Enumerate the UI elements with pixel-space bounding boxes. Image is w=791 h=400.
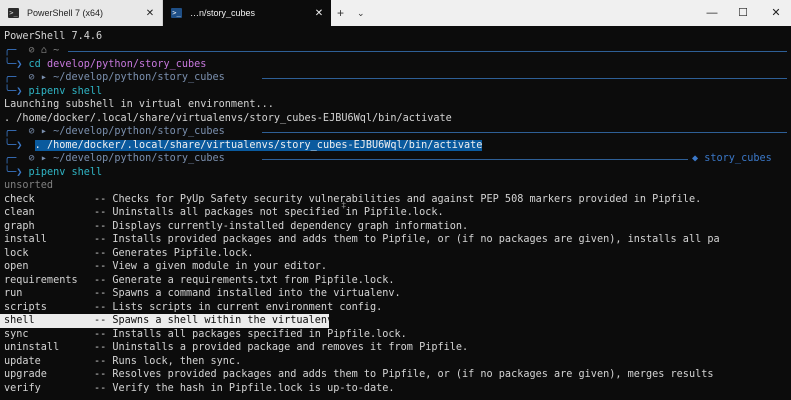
completion-description: -- Spawns a shell within the virtualenv. bbox=[94, 315, 340, 326]
completion-description: -- Displays currently-installed dependen… bbox=[94, 221, 469, 232]
completion-description: -- Uninstalls a provided package and rem… bbox=[94, 342, 469, 353]
prompt-input: ╰─❯ pipenv shell bbox=[4, 86, 103, 97]
completion-description: -- Verify the hash in Pipfile.lock is up… bbox=[94, 383, 395, 394]
version-line: PowerShell 7.4.6 bbox=[4, 31, 103, 42]
output-line: Launching subshell in virtual environmen… bbox=[4, 99, 274, 110]
prompt-rule bbox=[68, 51, 787, 52]
completion-description: -- Spawns a command installed into the v… bbox=[94, 288, 401, 299]
completion-item[interactable]: upgrade bbox=[4, 368, 47, 382]
completion-item[interactable]: graph bbox=[4, 220, 35, 234]
venv-indicator: ◆ story_cubes bbox=[692, 153, 772, 164]
prompt-rule bbox=[262, 132, 787, 133]
prompt-input: ╰─❯ cd develop/python/story_cubes bbox=[4, 59, 207, 70]
tab-label: PowerShell 7 (x64) bbox=[27, 8, 104, 18]
new-tab-button[interactable]: + bbox=[337, 0, 344, 26]
completion-item[interactable]: uninstall bbox=[4, 341, 59, 355]
completion-item[interactable]: sync bbox=[4, 328, 29, 342]
powershell-icon: >_ bbox=[171, 8, 182, 18]
completion-description: -- Generate a requirements.txt from Pipf… bbox=[94, 275, 395, 286]
completion-item[interactable]: lock bbox=[4, 247, 29, 261]
selected-text: . /home/docker/.local/share/virtualenvs/… bbox=[34, 140, 483, 151]
completion-description: -- Resolves provided packages and adds t… bbox=[94, 369, 714, 380]
completion-item[interactable]: run bbox=[4, 287, 22, 301]
tab-story-cubes[interactable]: >_ …n/story_cubes ✕ bbox=[163, 0, 331, 26]
close-tab-icon[interactable]: ✕ bbox=[142, 8, 158, 19]
tab-powershell[interactable]: >_ PowerShell 7 (x64) ✕ bbox=[0, 0, 163, 26]
close-window-button[interactable]: ✕ bbox=[761, 0, 791, 26]
prompt-header: ╭─ ⊘ ⌂ ~ bbox=[4, 45, 60, 56]
prompt-rule bbox=[262, 159, 688, 160]
prompt-rule bbox=[262, 78, 787, 79]
prompt-header: ╭─ ⊘ ▸ ~/develop/python/story_cubes bbox=[4, 126, 225, 137]
minimize-button[interactable]: — bbox=[697, 0, 727, 26]
completion-section-header: unsorted bbox=[4, 180, 54, 191]
title-bar: >_ PowerShell 7 (x64) ✕ >_ …n/story_cube… bbox=[0, 0, 791, 26]
completion-description: -- View a given module in your editor. bbox=[94, 261, 328, 272]
maximize-button[interactable]: ☐ bbox=[728, 0, 758, 26]
completion-description: -- Installs provided packages and adds t… bbox=[94, 234, 720, 245]
completion-item[interactable]: verify bbox=[4, 382, 41, 396]
completion-item[interactable]: open bbox=[4, 260, 29, 274]
completion-description: -- Installs all packages specified in Pi… bbox=[94, 329, 407, 340]
powershell-icon: >_ bbox=[8, 8, 19, 18]
completion-description: -- Lists scripts in current environment … bbox=[94, 302, 383, 313]
close-tab-icon[interactable]: ✕ bbox=[311, 8, 327, 19]
completion-item[interactable]: update bbox=[4, 355, 41, 369]
terminal-output[interactable]: PowerShell 7.4.6 ╭─ ⊘ ⌂ ~ ╰─❯ cd develop… bbox=[0, 26, 791, 400]
prompt-input: ╰─❯ pipenv shell bbox=[4, 167, 103, 178]
completion-item[interactable]: requirements bbox=[4, 274, 78, 288]
prompt-header: ╭─ ⊘ ▸ ~/develop/python/story_cubes bbox=[4, 153, 225, 164]
prompt-header: ╭─ ⊘ ▸ ~/develop/python/story_cubes bbox=[4, 72, 225, 83]
completion-description: -- Uninstalls all packages not specified… bbox=[94, 207, 444, 218]
tab-dropdown-button[interactable]: ⌄ bbox=[357, 0, 365, 26]
completion-description: -- Checks for PyUp Safety security vulne… bbox=[94, 194, 702, 205]
tab-label: …n/story_cubes bbox=[190, 8, 256, 18]
prompt-input: ╰─❯ . /home/docker/.local/share/virtuale… bbox=[4, 140, 483, 151]
completion-description: -- Generates Pipfile.lock. bbox=[94, 248, 254, 259]
completion-item[interactable]: clean bbox=[4, 206, 35, 220]
completion-item[interactable]: scripts bbox=[4, 301, 47, 315]
completion-item[interactable]: check bbox=[4, 193, 35, 207]
completion-description: -- Runs lock, then sync. bbox=[94, 356, 242, 367]
completion-item[interactable]: install bbox=[4, 233, 47, 247]
output-line: . /home/docker/.local/share/virtualenvs/… bbox=[4, 113, 452, 124]
